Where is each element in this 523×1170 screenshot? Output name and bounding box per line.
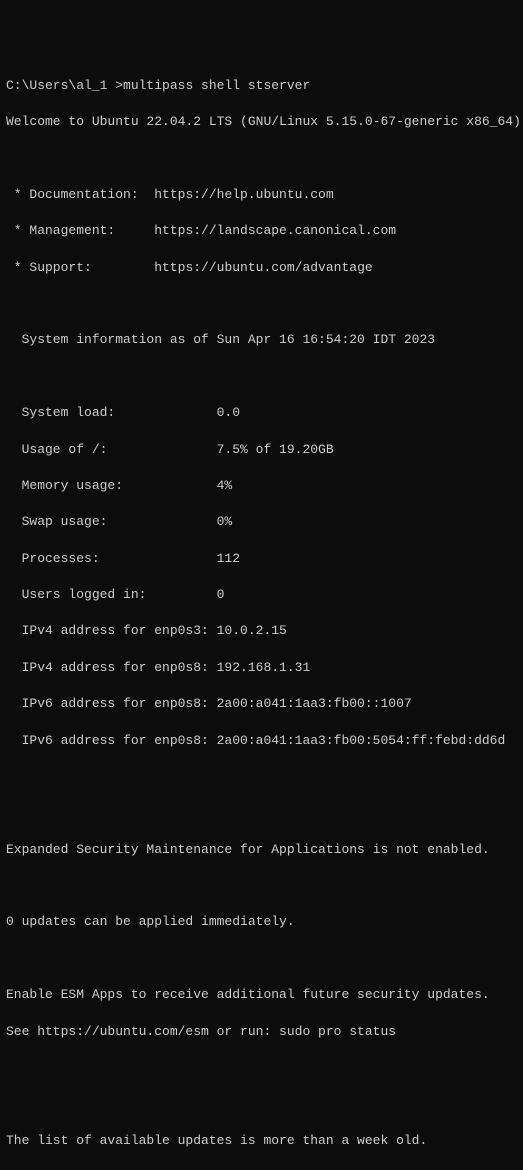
metric-ipv4-enp0s3: IPv4 address for enp0s3: 10.0.2.15 <box>6 622 517 640</box>
metric-processes: Processes: 112 <box>6 550 517 568</box>
blank-line <box>6 877 517 895</box>
blank-line <box>6 150 517 168</box>
sysinfo-header: System information as of Sun Apr 16 16:5… <box>6 331 517 349</box>
metric-usage-of: Usage of /: 7.5% of 19.20GB <box>6 441 517 459</box>
mgmt-url: https://landscape.canonical.com <box>154 223 396 238</box>
esm-enable-1: Enable ESM Apps to receive additional fu… <box>6 986 517 1004</box>
doc-label: * Documentation: <box>6 187 154 202</box>
blank-line <box>6 1059 517 1077</box>
esm-enable-2: See https://ubuntu.com/esm or run: sudo … <box>6 1023 517 1041</box>
updates-notice: 0 updates can be applied immediately. <box>6 913 517 931</box>
blank-line <box>6 950 517 968</box>
metric-memory-usage: Memory usage: 4% <box>6 477 517 495</box>
blank-line <box>6 804 517 822</box>
welcome-line: Welcome to Ubuntu 22.04.2 LTS (GNU/Linux… <box>6 113 517 131</box>
support-label: * Support: <box>6 260 154 275</box>
support-line: * Support: https://ubuntu.com/advantage <box>6 259 517 277</box>
metric-ipv6-enp0s8-1: IPv6 address for enp0s8: 2a00:a041:1aa3:… <box>6 695 517 713</box>
support-url: https://ubuntu.com/advantage <box>154 260 372 275</box>
mgmt-label: * Management: <box>6 223 154 238</box>
blank-line <box>6 295 517 313</box>
metric-swap-usage: Swap usage: 0% <box>6 513 517 531</box>
metric-ipv6-enp0s8-2: IPv6 address for enp0s8: 2a00:a041:1aa3:… <box>6 732 517 750</box>
blank-line <box>6 1095 517 1113</box>
cmd-command: multipass shell stserver <box>123 78 310 93</box>
metric-system-load: System load: 0.0 <box>6 404 517 422</box>
cmd-prompt: C:\Users\al_1 > <box>6 78 123 93</box>
metric-ipv4-enp0s8: IPv4 address for enp0s8: 192.168.1.31 <box>6 659 517 677</box>
doc-line: * Documentation: https://help.ubuntu.com <box>6 186 517 204</box>
mgmt-line: * Management: https://landscape.canonica… <box>6 222 517 240</box>
updates-old-1: The list of available updates is more th… <box>6 1132 517 1150</box>
metric-users-logged-in: Users logged in: 0 <box>6 586 517 604</box>
updates-old-2: To check for new updates run: sudo apt u… <box>6 1168 517 1170</box>
blank-line <box>6 368 517 386</box>
doc-url: https://help.ubuntu.com <box>154 187 333 202</box>
esm-notice: Expanded Security Maintenance for Applic… <box>6 841 517 859</box>
blank-line <box>6 768 517 786</box>
cmd-line: C:\Users\al_1 >multipass shell stserver <box>6 77 517 95</box>
